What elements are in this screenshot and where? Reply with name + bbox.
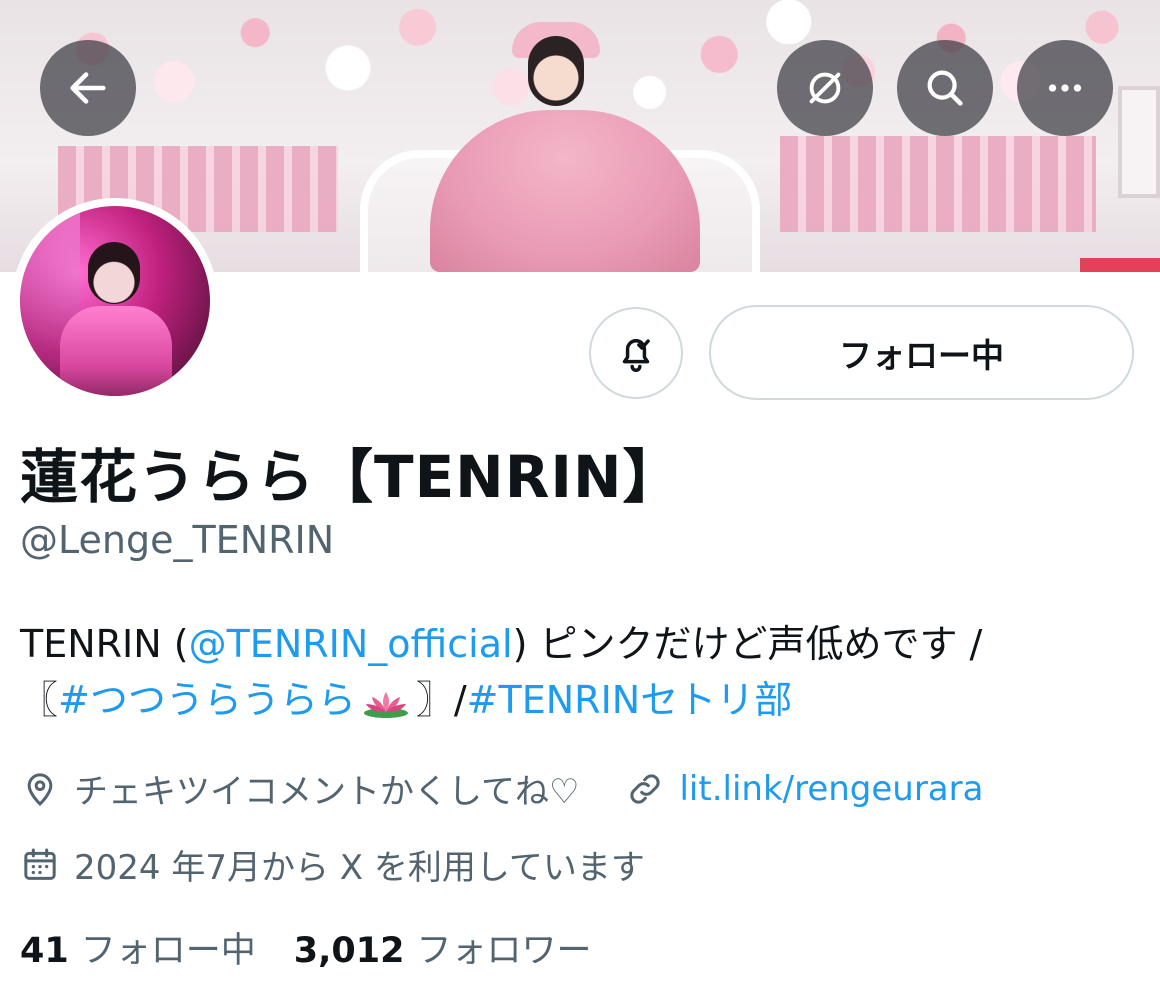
joined-date-text: 2024 年7月から X を利用しています <box>74 848 645 888</box>
calendar-icon <box>24 848 56 880</box>
bio-mention-link[interactable]: @TENRIN_official <box>189 622 513 666</box>
bio-text: ) ピンクだけど声低めです / <box>512 622 983 666</box>
avatar-image <box>20 206 210 396</box>
notifications-button[interactable] <box>589 307 683 399</box>
display-name: 蓮花うらら【TENRIN】 <box>20 443 682 511</box>
banner-frame <box>1118 86 1160 198</box>
arrow-left-icon <box>70 72 106 104</box>
profile-meta-location-row: チェキツイコメントかくしてね♡ lit.link/rengeurara <box>20 764 983 813</box>
more-horizontal-icon <box>1048 84 1082 92</box>
banner-figure-head <box>528 36 584 106</box>
followers-label[interactable]: フォロワー <box>416 922 591 973</box>
website-link[interactable]: lit.link/rengeurara <box>679 769 983 809</box>
user-handle: @Lenge_TENRIN <box>20 518 335 562</box>
followers-count[interactable]: 3,012 <box>294 931 405 971</box>
following-count[interactable]: 41 <box>20 931 69 971</box>
bio-text: TENRIN ( <box>20 622 189 666</box>
banner-photo-cards-right <box>780 136 1096 232</box>
profile-meta-joined-row: 2024 年7月から X を利用しています <box>20 840 645 889</box>
banner-roses <box>1080 258 1160 272</box>
translate-toggle-button[interactable] <box>777 40 873 136</box>
follow-stats: 41 フォロー中 3,012 フォロワー <box>20 922 629 973</box>
search-icon <box>927 70 963 106</box>
bio-line-2: 〖#つつうらうらら 〗/#TENRINセトリ部 <box>20 672 1140 728</box>
bio-text: 〖 <box>20 678 59 722</box>
bio-hashtag-link[interactable]: #TENRINセトリ部 <box>467 678 793 722</box>
bell-check-icon <box>622 339 650 372</box>
search-button[interactable] <box>897 40 993 136</box>
following-label[interactable]: フォロー中 <box>81 922 256 973</box>
globe-slash-icon <box>809 72 841 104</box>
bio-hashtag-link[interactable]: #つつうらうらら <box>58 678 356 722</box>
avatar-figure-face <box>88 242 140 304</box>
profile-bio: TENRIN (@TENRIN_official) ピンクだけど声低めです / … <box>20 616 1140 728</box>
location-pin-icon <box>27 772 53 805</box>
location-text: チェキツイコメントかくしてね♡ <box>74 772 580 812</box>
following-button[interactable]: フォロー中 <box>709 305 1134 400</box>
profile-avatar[interactable] <box>12 198 218 404</box>
avatar-figure-body <box>60 306 172 396</box>
bio-line-1: TENRIN (@TENRIN_official) ピンクだけど声低めです / <box>20 616 1140 672</box>
link-icon <box>630 773 661 804</box>
back-button[interactable] <box>40 40 136 136</box>
bio-text: 〗/ <box>415 678 467 722</box>
lotus-emoji-icon <box>363 691 408 718</box>
more-options-button[interactable] <box>1017 40 1113 136</box>
